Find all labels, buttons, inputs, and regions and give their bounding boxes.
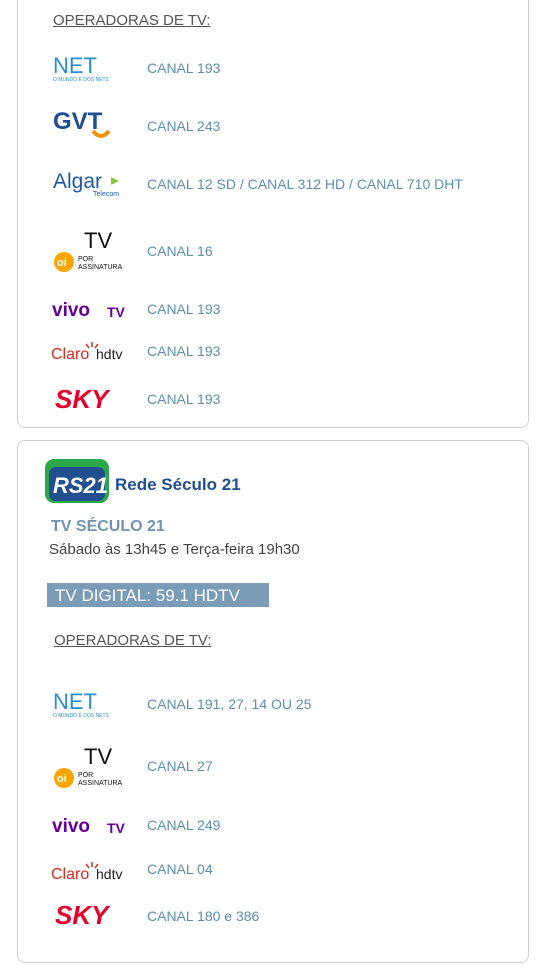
net-logo-text: NET bbox=[53, 53, 97, 78]
operator-row: NET O MUNDO É DOS NETS CANAL 191, 27, 14… bbox=[18, 689, 528, 721]
svg-text:O MUNDO É DOS NETS: O MUNDO É DOS NETS bbox=[53, 76, 110, 83]
svg-text:hdtv: hdtv bbox=[96, 346, 122, 362]
channel-label: CANAL 193 bbox=[147, 60, 221, 76]
svg-text:Telecom: Telecom bbox=[93, 191, 119, 198]
net-logo: NET O MUNDO É DOS NETS bbox=[53, 53, 110, 83]
svg-text:RS21: RS21 bbox=[53, 473, 108, 498]
svg-text:oi: oi bbox=[57, 773, 67, 785]
channel-label: CANAL 16 bbox=[147, 243, 213, 259]
svg-text:vivo: vivo bbox=[52, 816, 90, 837]
section-title: OPERADORAS DE TV: bbox=[54, 632, 212, 649]
operator-row: SKY CANAL 180 e 386 bbox=[18, 901, 528, 931]
operators-card: OPERADORAS DE TV: NET O MUNDO É DOS NETS… bbox=[17, 0, 529, 428]
svg-text:Rede Século 21: Rede Século 21 bbox=[115, 475, 241, 494]
svg-text:NET: NET bbox=[53, 689, 97, 714]
svg-text:TV: TV bbox=[84, 745, 112, 769]
channel-label: CANAL 193 bbox=[147, 343, 221, 359]
sky-logo: SKY bbox=[55, 385, 111, 413]
svg-text:TV: TV bbox=[84, 229, 112, 253]
operator-row: NET O MUNDO É DOS NETS CANAL 193 bbox=[18, 53, 528, 87]
operator-row: SKY CANAL 193 bbox=[18, 385, 528, 415]
svg-text:SKY: SKY bbox=[55, 901, 111, 929]
svg-text:TV: TV bbox=[107, 304, 126, 320]
operator-row: Algar Telecom CANAL 12 SD / CANAL 312 HD… bbox=[18, 169, 528, 201]
channel-label: CANAL 180 e 386 bbox=[147, 908, 260, 924]
oi-tv-logo: TV oi POR ASSINATURA bbox=[54, 229, 123, 272]
channel-label: CANAL 04 bbox=[147, 861, 213, 877]
net-logo: NET O MUNDO É DOS NETS bbox=[53, 689, 110, 719]
svg-text:vivo: vivo bbox=[52, 300, 90, 321]
channel-label: CANAL 243 bbox=[147, 118, 221, 134]
gvt-logo: GVT bbox=[53, 108, 111, 138]
vivo-tv-logo: vivo TV bbox=[52, 816, 126, 837]
sky-logo: SKY bbox=[55, 901, 111, 929]
svg-text:ASSINATURA: ASSINATURA bbox=[78, 780, 123, 787]
svg-text:TV: TV bbox=[107, 820, 126, 836]
claro-hdtv-logo: Claro hdtv bbox=[51, 342, 122, 363]
vivo-tv-logo: vivo TV bbox=[52, 300, 126, 321]
section-title: OPERADORAS DE TV: bbox=[53, 12, 211, 29]
svg-text:ASSINATURA: ASSINATURA bbox=[78, 264, 123, 271]
svg-text:oi: oi bbox=[57, 257, 67, 269]
channel-label: CANAL 193 bbox=[147, 301, 221, 317]
operator-row: TV oi POR ASSINATURA CANAL 27 bbox=[18, 745, 528, 789]
operator-row: vivo TV CANAL 193 bbox=[18, 299, 528, 323]
svg-text:Claro: Claro bbox=[51, 346, 89, 363]
schedule-text: Sábado às 13h45 e Terça-feira 19h30 bbox=[49, 541, 300, 558]
channel-label: CANAL 12 SD / CANAL 312 HD / CANAL 710 D… bbox=[147, 176, 463, 192]
oi-tv-logo: TV oi POR ASSINATURA bbox=[54, 745, 123, 788]
svg-text:hdtv: hdtv bbox=[96, 866, 122, 882]
digital-channel-badge: TV DIGITAL: 59.1 HDTV bbox=[47, 583, 269, 607]
rede-seculo-21-logo: RS21 Rede Século 21 bbox=[45, 459, 241, 503]
channel-label: CANAL 27 bbox=[147, 758, 213, 774]
svg-text:O MUNDO É DOS NETS: O MUNDO É DOS NETS bbox=[53, 712, 110, 719]
operator-row: Claro hdtv CANAL 193 bbox=[18, 341, 528, 365]
operator-row: TV oi POR ASSINATURA CANAL 16 bbox=[18, 229, 528, 273]
channel-label: CANAL 193 bbox=[147, 391, 221, 407]
svg-text:SKY: SKY bbox=[55, 385, 111, 413]
svg-text:POR: POR bbox=[78, 256, 93, 263]
channel-label: CANAL 191, 27, 14 OU 25 bbox=[147, 696, 312, 712]
svg-text:Claro: Claro bbox=[51, 866, 89, 883]
svg-text:Algar: Algar bbox=[53, 170, 102, 193]
operator-row: Claro hdtv CANAL 04 bbox=[18, 860, 528, 884]
channel-title: TV SÉCULO 21 bbox=[51, 518, 165, 535]
algar-logo: Algar Telecom bbox=[53, 170, 119, 198]
channel-card: RS21 Rede Século 21 TV SÉCULO 21 Sábado … bbox=[17, 440, 529, 963]
claro-hdtv-logo: Claro hdtv bbox=[51, 862, 122, 883]
channel-label: CANAL 249 bbox=[147, 817, 221, 833]
operator-row: GVT CANAL 243 bbox=[18, 107, 528, 147]
svg-text:POR: POR bbox=[78, 772, 93, 779]
operator-row: vivo TV CANAL 249 bbox=[18, 815, 528, 839]
